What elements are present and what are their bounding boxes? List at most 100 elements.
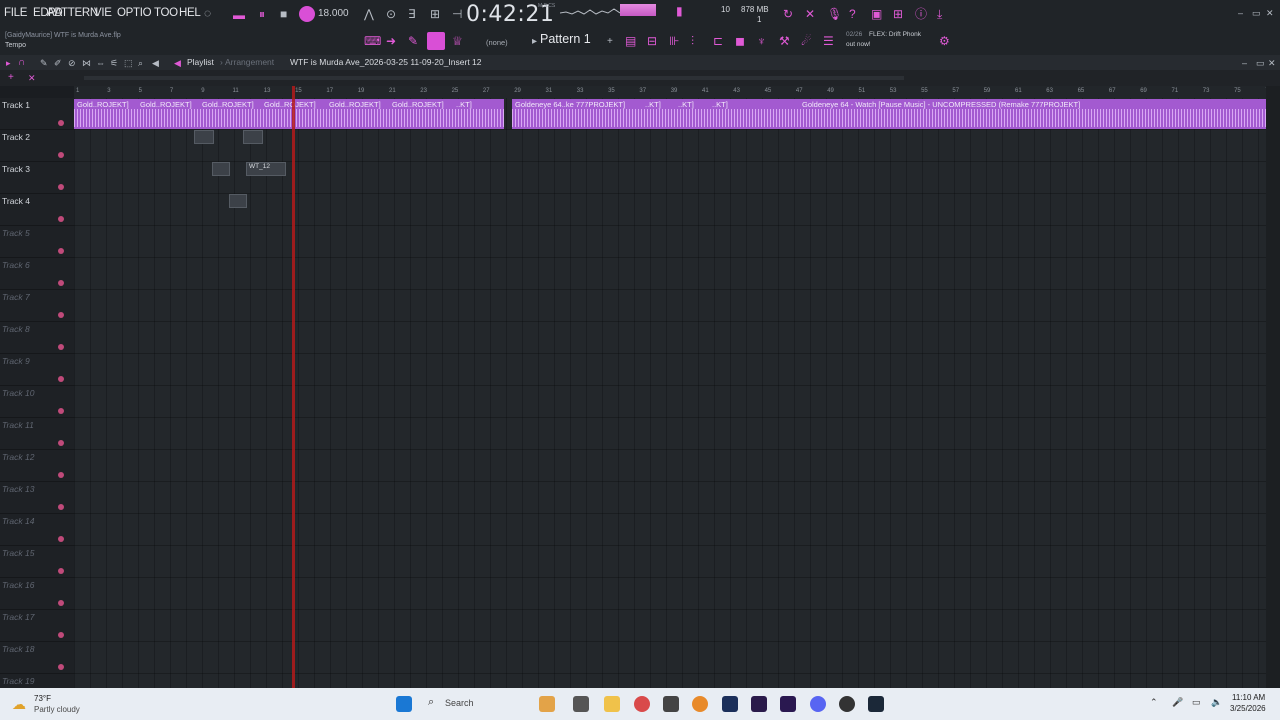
audio-clip[interactable]: Goldeneye 64..ke 777PROJEKT] ..KT] ..KT]… (512, 99, 1266, 129)
mic-icon[interactable]: 🎙 (827, 8, 842, 20)
select-tool-icon[interactable]: ⬚ (124, 57, 133, 69)
track-header[interactable]: Track 3 (0, 162, 74, 194)
download-icon[interactable]: ⤓ (937, 8, 942, 20)
menu-tools[interactable]: TOO (154, 7, 178, 19)
loop-record-icon[interactable]: ⊣ (452, 8, 462, 20)
menu-file[interactable]: FILE (4, 7, 27, 19)
playlist-minimize-icon[interactable]: – (1242, 57, 1247, 69)
pattern-add-icon[interactable]: + (607, 36, 613, 48)
start-icon[interactable] (396, 696, 412, 712)
volume-icon[interactable]: 🔈 (1211, 697, 1222, 708)
fl-studio-icon[interactable] (663, 696, 679, 712)
tools-icon[interactable]: ⚒ (779, 35, 790, 47)
track-header[interactable]: Track 9 (0, 354, 74, 386)
settings-icon[interactable]: ⚙ (939, 35, 950, 47)
track-header[interactable]: Track 10 (0, 386, 74, 418)
track-header[interactable]: Track 18 (0, 642, 74, 674)
track-header[interactable]: Track 11 (0, 418, 74, 450)
pause-button[interactable]: ⏸ (259, 8, 265, 20)
pattern-prev-icon[interactable]: ▸ (532, 36, 537, 48)
play-arrow-icon[interactable]: ➜ (386, 35, 396, 47)
save-icon[interactable]: ▣ (871, 8, 882, 20)
magnet-icon[interactable]: ∩ (18, 57, 25, 69)
audio-clip[interactable]: Gold..ROJEKT] Gold..ROJEKT] Gold..ROJEKT… (74, 99, 504, 129)
track-mute-dot[interactable] (58, 312, 64, 318)
wait-icon[interactable]: ⊙ (386, 8, 396, 20)
file-explorer-icon[interactable] (604, 696, 620, 712)
after-effects-icon[interactable] (780, 696, 796, 712)
track-header[interactable]: Track 16 (0, 578, 74, 610)
track-mute-dot[interactable] (58, 600, 64, 606)
touch-icon[interactable]: ♆ (757, 35, 766, 47)
task-view-icon[interactable] (573, 696, 589, 712)
track-header[interactable]: Track 5 (0, 226, 74, 258)
piano-icon[interactable]: ⌨ (364, 35, 381, 47)
track-header[interactable]: Track 8 (0, 322, 74, 354)
media-player-icon[interactable] (839, 696, 855, 712)
channel-rack-icon[interactable]: ⊟ (647, 35, 657, 47)
arrangement-label[interactable]: Arrangement (225, 57, 274, 67)
menu-pattern[interactable]: PATTERN (48, 7, 98, 19)
discord-icon[interactable] (810, 696, 826, 712)
track-mute-dot[interactable] (58, 504, 64, 510)
pattern-selector[interactable]: Pattern 1 (540, 32, 604, 49)
track-header[interactable]: Track 12 (0, 450, 74, 482)
store-icon[interactable]: ☰ (823, 35, 834, 47)
track-header[interactable]: Track 4 (0, 194, 74, 226)
track-header[interactable]: Track 17 (0, 610, 74, 642)
weather-icon[interactable]: ☁ (12, 696, 26, 713)
playlist-grid[interactable]: Gold..ROJEKT] Gold..ROJEKT] Gold..ROJEKT… (74, 98, 1266, 688)
horizontal-scrollbar[interactable] (84, 76, 904, 80)
playlist-close-icon[interactable]: ✕ (1268, 57, 1276, 69)
master-pitch-icon[interactable]: ▮ (676, 5, 683, 17)
tempo-value[interactable]: 18.000 (318, 8, 349, 19)
track-mute-dot[interactable] (58, 280, 64, 286)
close-icon[interactable]: ✕ (1266, 7, 1274, 19)
audio-clip-small[interactable]: WT_12 (246, 162, 286, 176)
slice-tool-icon[interactable]: ⚟ (110, 57, 118, 69)
zoom-tool-icon[interactable]: ⌕ (138, 57, 143, 69)
track-mute-dot[interactable] (58, 376, 64, 382)
taskbar-search[interactable]: Search (445, 698, 474, 708)
track-mute-dot[interactable] (58, 120, 64, 126)
audio-clip-small[interactable] (212, 162, 230, 176)
track-mute-dot[interactable] (58, 216, 64, 222)
close-track-icon[interactable]: ✕ (28, 72, 36, 84)
pat-song-icon[interactable]: ◌ (204, 7, 211, 19)
playlist-window-icon[interactable]: ▤ (625, 35, 636, 47)
track-header[interactable]: Track 13 (0, 482, 74, 514)
bell-icon[interactable]: ♕ (452, 35, 463, 47)
clock-date[interactable]: 3/25/2026 (1230, 704, 1266, 713)
premiere-icon[interactable] (751, 696, 767, 712)
track-mute-dot[interactable] (58, 568, 64, 574)
metronome-icon[interactable]: ⋀ (364, 8, 374, 20)
track-header[interactable]: Track 15 (0, 546, 74, 578)
vertical-scrollbar[interactable] (1266, 86, 1280, 688)
playhead[interactable] (292, 86, 295, 688)
song-mode-icon[interactable]: ▬ (233, 9, 245, 21)
photoshop-icon[interactable] (722, 696, 738, 712)
menu-help[interactable]: HEL (179, 7, 201, 19)
refresh-icon[interactable]: ↻ (783, 8, 793, 20)
weather-desc[interactable]: Partly cloudy (34, 705, 80, 714)
help-icon[interactable]: ? (849, 8, 856, 20)
paint-tool-icon[interactable]: ✐ (54, 57, 62, 69)
track-header[interactable]: Track 1 (0, 98, 74, 130)
slip-tool-icon[interactable]: ⇔ (96, 57, 105, 69)
menu-options[interactable]: OPTIO (117, 7, 152, 19)
piano-roll-icon[interactable]: ⫶ (691, 35, 694, 47)
browser-icon[interactable]: ⊏ (713, 35, 723, 47)
playback-tool-icon[interactable]: ◀ (152, 57, 159, 69)
record-button[interactable] (299, 6, 315, 22)
add-track-icon[interactable]: + (8, 72, 14, 84)
info-icon[interactable]: ⓘ (915, 8, 927, 20)
track-mute-dot[interactable] (58, 664, 64, 670)
mixer-window-icon[interactable]: ⊪ (669, 35, 679, 47)
track-mute-dot[interactable] (58, 152, 64, 158)
track-mute-dot[interactable] (58, 440, 64, 446)
timeline-ruler[interactable]: 1 3 5 7 9 11 13 15 17 19 21 23 25 27 29 31 33 35 37 39 41 43 4… (74, 86, 1272, 98)
search-icon[interactable]: ⌕ (428, 696, 434, 709)
opera-icon[interactable] (634, 696, 650, 712)
plugin-picker-icon[interactable]: ◼ (735, 35, 745, 47)
track-mute-dot[interactable] (58, 248, 64, 254)
